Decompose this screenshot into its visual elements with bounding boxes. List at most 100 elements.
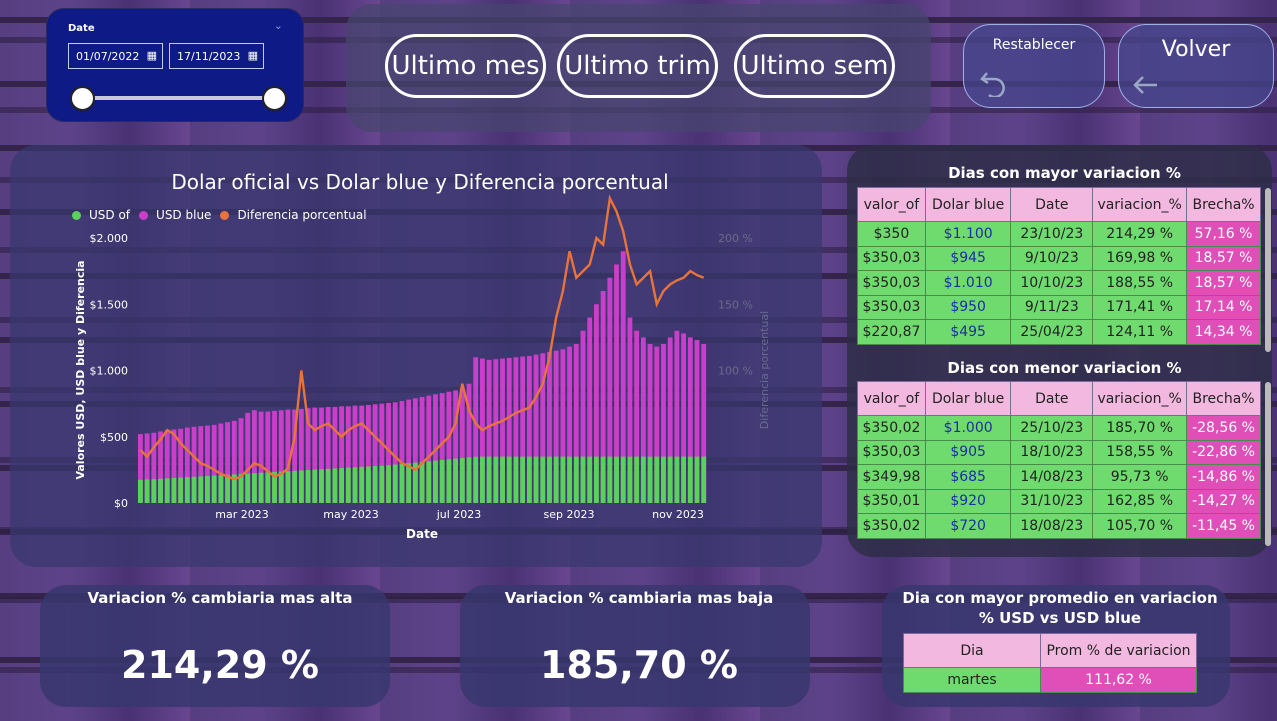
table-row[interactable]: $350,03 $1.010 10/10/23 188,55 % 18,57 % bbox=[857, 270, 1261, 296]
table-cell: $350,02 bbox=[857, 513, 926, 539]
bar-usd-of bbox=[392, 464, 398, 503]
table-row[interactable]: $350,01 $920 31/10/23 162,85 % -14,27 % bbox=[857, 488, 1261, 514]
reset-button[interactable]: Restablecer bbox=[963, 24, 1105, 108]
table-cell: 9/10/23 bbox=[1010, 245, 1094, 271]
bar-usd-of bbox=[419, 461, 425, 503]
table-cell: 31/10/23 bbox=[1010, 488, 1094, 514]
table-cell: $350 bbox=[857, 221, 926, 247]
table-row[interactable]: $350,03 $905 18/10/23 158,55 % -22,86 % bbox=[857, 439, 1261, 465]
high-col-header[interactable]: Dolar blue bbox=[924, 187, 1012, 222]
bar-usd-of bbox=[480, 456, 485, 503]
bar-usd-of bbox=[372, 466, 378, 503]
combo-chart[interactable]: $2.000 $1.500 $1.000 $500 $0 200 % 150 % 100 % m… bbox=[0, 0, 840, 560]
bar-usd-of bbox=[292, 470, 298, 503]
high-col-header[interactable]: valor_of bbox=[857, 187, 926, 222]
bar-usd-of bbox=[359, 466, 365, 503]
scrollbar[interactable] bbox=[1265, 382, 1271, 546]
table-high-title: Dias con mayor variacion % bbox=[948, 164, 1181, 182]
table-cell: 214,29 % bbox=[1092, 221, 1188, 247]
bar-usd-of bbox=[439, 459, 445, 503]
table-cell: 14/08/23 bbox=[1010, 464, 1094, 490]
bar-usd-of bbox=[453, 458, 459, 503]
table-cell: 57,16 % bbox=[1186, 221, 1261, 247]
table-cell: 185,70 % bbox=[1092, 415, 1188, 441]
bar-usd-of bbox=[298, 470, 304, 503]
table-row[interactable]: $350,03 $945 9/10/23 169,98 % 18,57 % bbox=[857, 245, 1261, 271]
table-cell: 18,57 % bbox=[1186, 270, 1261, 296]
table-cell: $950 bbox=[924, 294, 1012, 320]
bar-usd-of bbox=[580, 456, 586, 503]
table-cell: $945 bbox=[924, 245, 1012, 271]
bar-usd-of bbox=[258, 472, 264, 503]
table-row[interactable]: $350,02 $720 18/08/23 105,70 % -11,45 % bbox=[857, 513, 1261, 539]
table-cell: 25/10/23 bbox=[1010, 415, 1094, 441]
table-cell: $495 bbox=[924, 319, 1012, 345]
high-col-header[interactable]: variacion_% bbox=[1092, 187, 1188, 222]
table-low-title: Dias con menor variacion % bbox=[947, 359, 1182, 377]
table-cell: 18,57 % bbox=[1186, 245, 1261, 271]
bar-usd-of bbox=[218, 475, 224, 503]
table-cell: 162,85 % bbox=[1092, 488, 1188, 514]
bar-usd-of bbox=[339, 468, 345, 503]
table-cell: $350,03 bbox=[857, 294, 926, 320]
y2-tick-label: 150 % bbox=[718, 298, 753, 311]
bar-usd-of bbox=[600, 456, 606, 503]
table-row[interactable]: $350,03 $950 9/11/23 171,41 % 17,14 % bbox=[857, 294, 1261, 320]
table-cell: 158,55 % bbox=[1092, 439, 1188, 465]
table-row[interactable]: $350 $1.100 23/10/23 214,29 % 57,16 % bbox=[857, 221, 1261, 247]
bar-usd-of bbox=[198, 476, 204, 503]
col-header-prom[interactable]: Prom % de variacion bbox=[1040, 633, 1197, 668]
bar-usd-of bbox=[620, 456, 626, 503]
table-cell: 18/08/23 bbox=[1010, 513, 1094, 539]
table-high[interactable]: valor_of Dolar blue Date variacion_% Brecha%… bbox=[857, 187, 1261, 345]
bar-usd-of bbox=[500, 456, 505, 503]
table-row[interactable]: $350,02 $1.000 25/10/23 185,70 % -28,56 % bbox=[857, 415, 1261, 441]
table-cell: $350,03 bbox=[857, 245, 926, 271]
x-tick-label: nov 2023 bbox=[652, 508, 704, 521]
y-axis-label: Valores USD, USD blue y Diferencia bbox=[74, 260, 87, 479]
back-arrow-icon bbox=[1133, 76, 1157, 94]
high-col-header[interactable]: Brecha% bbox=[1186, 187, 1261, 222]
bar-usd-of bbox=[211, 475, 217, 503]
table-cell: 188,55 % bbox=[1092, 270, 1188, 296]
bar-usd-of bbox=[366, 466, 371, 503]
scrollbar[interactable] bbox=[1265, 188, 1271, 352]
bar-usd-of bbox=[607, 456, 613, 503]
bar-usd-of bbox=[701, 456, 707, 503]
bar-usd-of bbox=[158, 478, 163, 503]
bar-usd-of bbox=[379, 465, 385, 503]
bar-usd-of bbox=[547, 456, 552, 503]
table-cell: 25/04/23 bbox=[1010, 319, 1094, 345]
x-tick-label: may 2023 bbox=[323, 508, 378, 521]
low-col-header[interactable]: valor_of bbox=[857, 381, 926, 416]
best-day-title-line1: Dia con mayor promedio en variacion bbox=[902, 589, 1218, 607]
bar-usd-of bbox=[567, 456, 573, 503]
low-col-header[interactable]: Dolar blue bbox=[924, 381, 1012, 416]
table-cell: 169,98 % bbox=[1092, 245, 1188, 271]
y-tick-label: $1.000 bbox=[90, 365, 129, 378]
bar-usd-of bbox=[265, 472, 271, 503]
bar-usd-of bbox=[681, 456, 687, 503]
bar-usd-of bbox=[205, 475, 210, 503]
bar-usd-of bbox=[319, 469, 324, 503]
bar-usd-of bbox=[486, 456, 492, 503]
y-tick-label: $500 bbox=[100, 431, 128, 444]
y2-axis-label: Diferencia porcentual bbox=[758, 311, 771, 429]
col-header-dia[interactable]: Dia bbox=[903, 633, 1041, 668]
table-cell: $350,02 bbox=[857, 415, 926, 441]
low-col-header[interactable]: Brecha% bbox=[1186, 381, 1261, 416]
x-tick-label: mar 2023 bbox=[215, 508, 268, 521]
reset-label: Restablecer bbox=[992, 37, 1076, 53]
table-cell: -14,27 % bbox=[1186, 488, 1261, 514]
back-button[interactable]: Volver bbox=[1118, 24, 1274, 108]
low-col-header[interactable]: Date bbox=[1010, 381, 1094, 416]
table-low[interactable]: valor_of Dolar blue Date variacion_% Brecha%… bbox=[857, 381, 1261, 539]
high-col-header[interactable]: Date bbox=[1010, 187, 1094, 222]
table-cell: 95,73 % bbox=[1092, 464, 1188, 490]
table-row[interactable]: $349,98 $685 14/08/23 95,73 % -14,86 % bbox=[857, 464, 1261, 490]
best-day-table[interactable]: Dia Prom % de variacion martes 111,62 % bbox=[903, 633, 1197, 693]
low-col-header[interactable]: variacion_% bbox=[1092, 381, 1188, 416]
table-cell: -22,86 % bbox=[1186, 439, 1261, 465]
bar-usd-of bbox=[614, 456, 619, 503]
table-row[interactable]: $220,87 $495 25/04/23 124,11 % 14,34 % bbox=[857, 319, 1261, 345]
